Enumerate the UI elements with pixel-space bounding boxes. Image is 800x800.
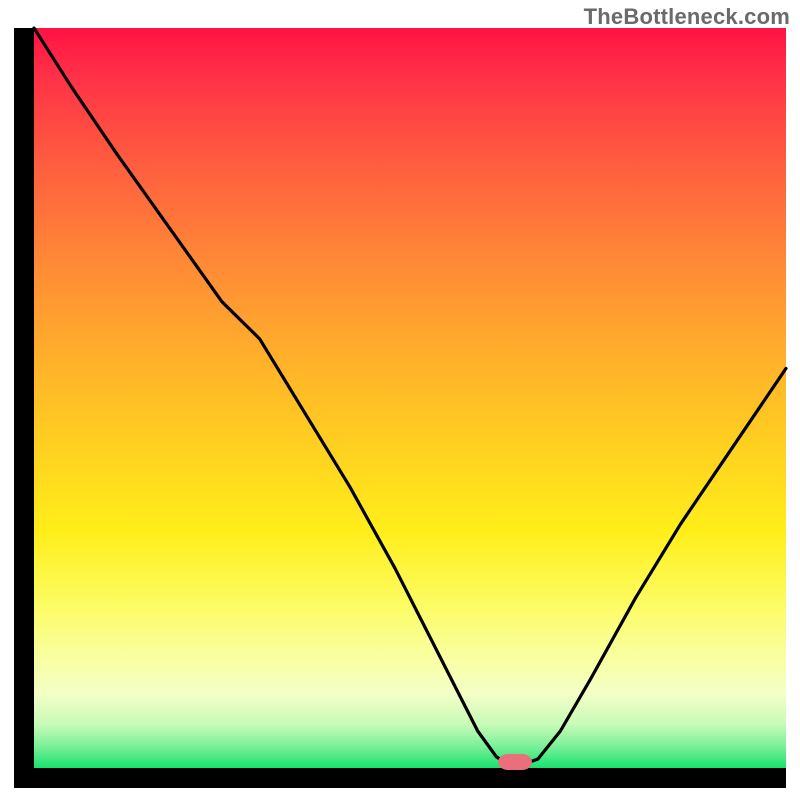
curve-svg [34, 28, 786, 768]
bottleneck-curve [34, 28, 786, 764]
chart-frame [14, 28, 786, 788]
plot-area [34, 28, 786, 768]
chart-container: TheBottleneck.com [0, 0, 800, 800]
watermark-label: TheBottleneck.com [584, 4, 790, 30]
minimum-marker [498, 754, 532, 770]
